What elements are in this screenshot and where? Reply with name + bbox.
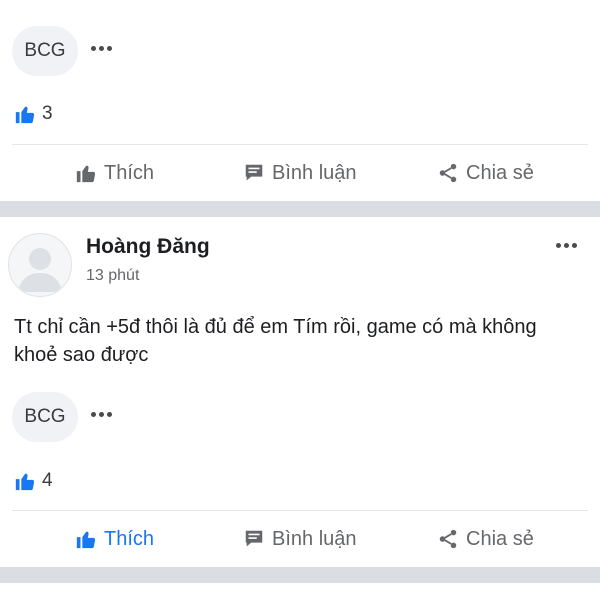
author-name[interactable]: Hoàng Đăng bbox=[86, 235, 210, 259]
like-icon bbox=[14, 470, 36, 492]
comment-icon bbox=[245, 164, 263, 181]
like-label: Thích bbox=[104, 527, 155, 550]
action-bar: Thích Bình luận Chia sẻ bbox=[0, 511, 600, 567]
like-button[interactable]: Thích bbox=[75, 511, 154, 567]
share-icon bbox=[439, 163, 457, 183]
comment-icon bbox=[245, 530, 263, 547]
share-label: Chia sẻ bbox=[466, 161, 534, 184]
default-avatar-icon bbox=[18, 248, 62, 292]
bcg-chip-label: BCG bbox=[24, 406, 66, 427]
more-options-icon[interactable] bbox=[91, 46, 112, 51]
action-bar: Thích Bình luận Chia sẻ bbox=[0, 145, 600, 201]
share-button[interactable]: Chia sẻ bbox=[437, 145, 534, 201]
post-text: Tt chỉ cần +5đ thôi là đủ để em Tím rồi,… bbox=[14, 316, 537, 366]
avatar[interactable] bbox=[8, 233, 72, 297]
like-icon bbox=[14, 103, 36, 125]
share-button[interactable]: Chia sẻ bbox=[437, 511, 534, 567]
reaction-summary[interactable]: 3 bbox=[14, 103, 53, 125]
like-icon bbox=[76, 165, 96, 183]
bcg-chip[interactable]: BCG bbox=[12, 392, 78, 442]
like-label: Thích bbox=[104, 161, 155, 184]
share-icon bbox=[439, 529, 457, 549]
like-count: 3 bbox=[42, 103, 53, 124]
share-label: Chia sẻ bbox=[466, 527, 534, 550]
comment-label: Bình luận bbox=[272, 161, 357, 184]
bcg-chip[interactable]: BCG bbox=[12, 26, 78, 76]
comment-button[interactable]: Bình luận bbox=[243, 145, 357, 201]
comment-label: Bình luận bbox=[272, 527, 357, 550]
post-separator bbox=[0, 567, 600, 583]
like-button[interactable]: Thích bbox=[75, 145, 154, 201]
post-separator bbox=[0, 201, 600, 217]
more-options-icon[interactable] bbox=[556, 243, 577, 248]
reaction-summary[interactable]: 4 bbox=[14, 470, 53, 492]
bcg-chip-label: BCG bbox=[24, 40, 66, 61]
post-time[interactable]: 13 phút bbox=[86, 267, 139, 285]
like-count: 4 bbox=[42, 470, 53, 491]
comment-button[interactable]: Bình luận bbox=[243, 511, 357, 567]
more-options-icon[interactable] bbox=[91, 412, 112, 417]
like-icon bbox=[76, 531, 96, 549]
